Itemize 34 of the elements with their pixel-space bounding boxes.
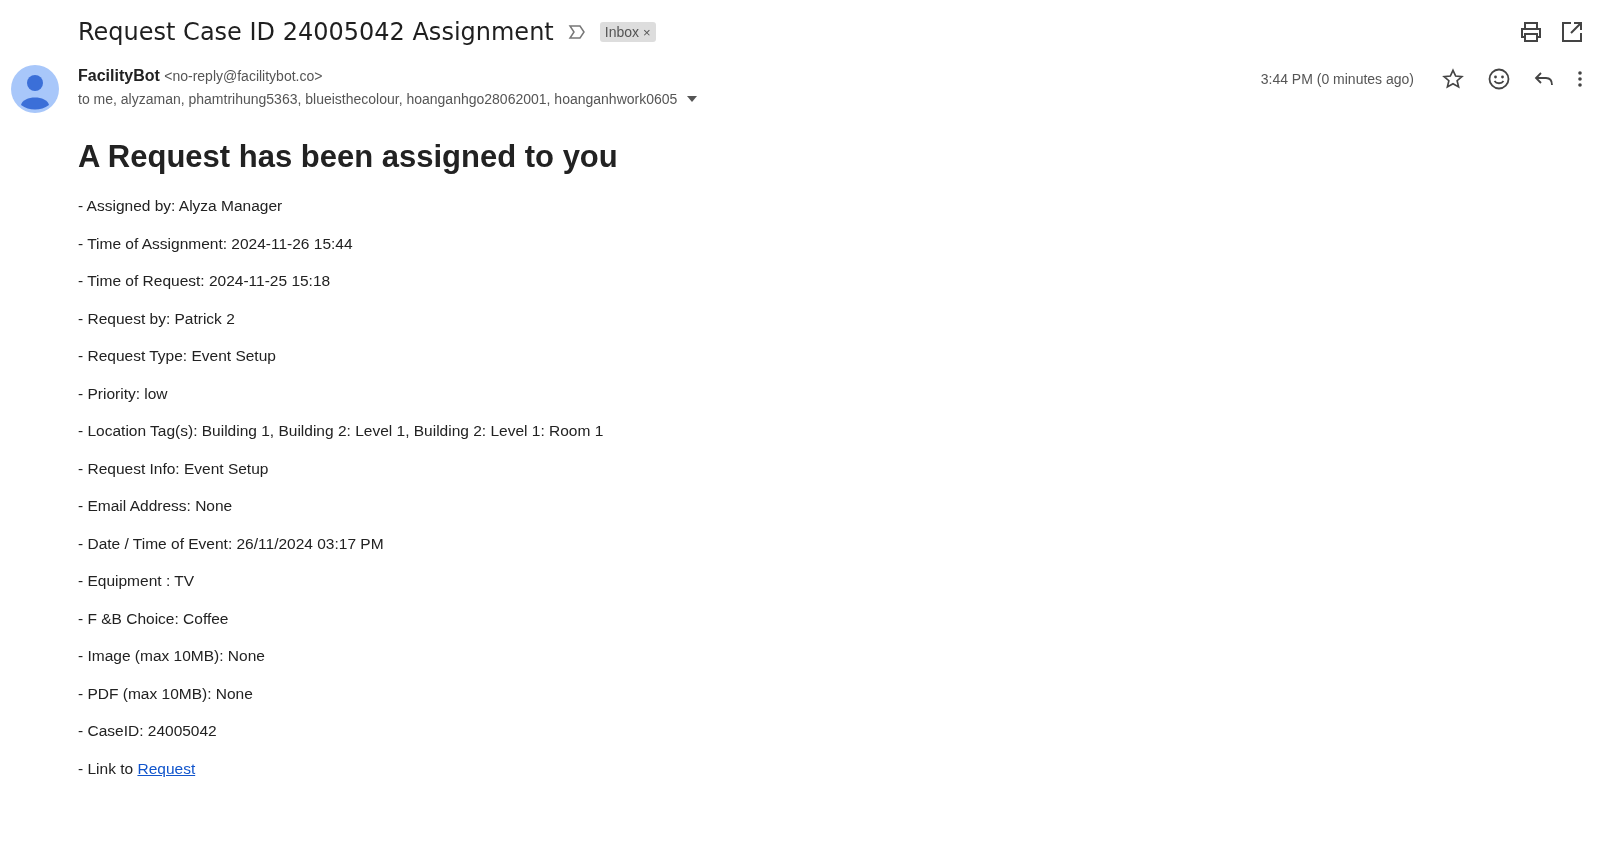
inbox-label[interactable]: Inbox × bbox=[599, 22, 656, 42]
remove-label-button[interactable]: × bbox=[642, 25, 651, 40]
detail-line: - F &B Choice: Coffee bbox=[78, 609, 230, 627]
detail-line: - Request Type: Event Setup bbox=[78, 347, 277, 364]
detail-line: - Email Address: None bbox=[78, 497, 234, 514]
detail-line: - Assigned by: Alyza Manager bbox=[78, 197, 284, 214]
detail-line: - Equipment : TV bbox=[78, 572, 195, 589]
emoji-icon[interactable] bbox=[1488, 68, 1510, 90]
reply-icon[interactable] bbox=[1534, 71, 1554, 87]
detail-line: - CaseID: 24005042 bbox=[78, 722, 218, 739]
open-new-window-icon[interactable] bbox=[1562, 22, 1582, 42]
detail-line: - Request Info: Event Setup bbox=[78, 459, 270, 477]
email-heading: A Request has been assigned to you bbox=[78, 139, 619, 175]
dropdown-caret-icon[interactable] bbox=[687, 96, 698, 102]
email-time: 3:44 PM (0 minutes ago) bbox=[1260, 71, 1414, 87]
detail-line: - Time of Assignment: 2024-11-26 15:44 bbox=[78, 234, 354, 252]
request-link[interactable]: Request bbox=[137, 759, 196, 777]
detail-line: - Date / Time of Event: 26/11/2024 03:17 PM bbox=[78, 534, 385, 552]
sender-name: FacilityBot bbox=[78, 67, 160, 84]
detail-line: - Priority: low bbox=[78, 384, 169, 402]
recipients-list: to me, alyzaman, phamtrihung5363, blueisthecolour, hoanganhgo28062001, hoanganhwork0605 bbox=[78, 91, 678, 107]
detail-line: - Request by: Patrick 2 bbox=[78, 309, 236, 327]
print-icon[interactable] bbox=[1520, 22, 1542, 42]
sender-email: <no-reply@facilitybot.co> bbox=[164, 68, 323, 84]
detail-line: - PDF (max 10MB): None bbox=[78, 684, 254, 702]
detail-line: - Link to bbox=[78, 759, 134, 777]
detail-line: - Location Tag(s): Building 1, Building 2: Level 1, Building 2: Level 1: Room 1 bbox=[78, 422, 605, 439]
important-marker-icon[interactable] bbox=[567, 25, 586, 39]
email-subject: Request Case ID 24005042 Assignment bbox=[78, 18, 554, 46]
detail-line: - Time of Request: 2024-11-25 15:18 bbox=[78, 272, 332, 289]
avatar-icon bbox=[11, 65, 59, 113]
detail-line: - Image (max 10MB): None bbox=[78, 647, 266, 664]
more-options-icon[interactable] bbox=[1578, 71, 1582, 87]
star-icon[interactable] bbox=[1442, 68, 1464, 90]
